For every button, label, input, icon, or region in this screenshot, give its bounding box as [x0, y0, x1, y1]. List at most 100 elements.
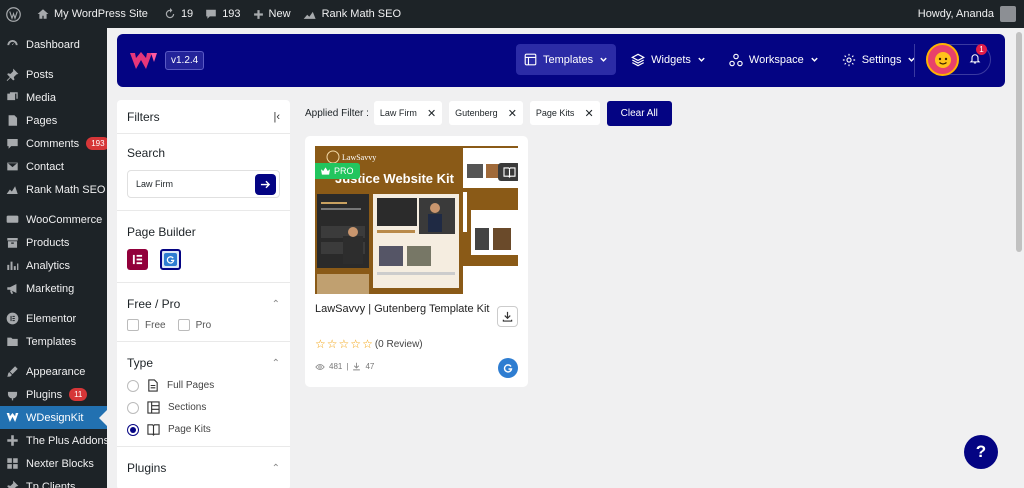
my-account[interactable]: Howdy, Ananda [918, 6, 1024, 22]
count-badge: 193 [86, 137, 107, 150]
crown-icon [321, 167, 330, 175]
pro-badge-label: PRO [334, 166, 354, 176]
pin-icon [6, 480, 19, 488]
comments-link[interactable]: 193 [199, 0, 246, 28]
chart-icon [6, 183, 19, 196]
elementor-filter-button[interactable] [127, 249, 148, 270]
sidebar-item-appearance[interactable]: Appearance [0, 360, 107, 383]
sidebar-item-marketing[interactable]: Marketing [0, 277, 107, 300]
sidebar-item-products[interactable]: Products [0, 231, 107, 254]
chevron-up-icon[interactable]: ⌃ [272, 299, 280, 310]
download-icon [353, 362, 361, 371]
site-name: My WordPress Site [54, 8, 148, 20]
page-builder-section: Page Builder [117, 211, 290, 283]
type-option-sections[interactable]: Sections [127, 401, 280, 414]
free-checkbox-box[interactable] [127, 319, 139, 331]
filter-chip-page-kits: Page Kits ✕ [529, 101, 600, 125]
free-pro-title-text: Free / Pro [127, 297, 181, 311]
sidebar-item-rank-math-seo[interactable]: Rank Math SEO [0, 178, 107, 201]
close-icon[interactable]: ✕ [427, 107, 436, 120]
wordpress-logo-icon[interactable] [0, 0, 31, 28]
thumb-brand-text: LawSavvy [342, 153, 376, 162]
type-title: Type ⌃ [127, 356, 280, 370]
sidebar-item-templates[interactable]: Templates [0, 330, 107, 353]
nav-widgets[interactable]: Widgets [623, 44, 714, 75]
template-title[interactable]: LawSavvy | Gutenberg Template Kit [315, 302, 490, 317]
chevron-up-icon[interactable]: ⌃ [272, 463, 280, 474]
sidebar-item-dashboard[interactable]: Dashboard [0, 33, 107, 56]
home-icon [37, 9, 49, 19]
eye-icon [315, 363, 325, 370]
pro-checkbox-box[interactable] [177, 319, 190, 331]
sidebar-item-contact[interactable]: Contact [0, 155, 107, 178]
sidebar-item-posts[interactable]: Posts [0, 63, 107, 86]
rank-math-link[interactable]: Rank Math SEO [297, 0, 407, 28]
close-icon[interactable]: ✕ [508, 107, 517, 120]
workspace-icon [729, 53, 743, 66]
sidebar-item-label: Pages [26, 114, 58, 127]
preview-button[interactable] [498, 163, 518, 181]
sidebar-item-tp-clients[interactable]: Tp Clients [0, 475, 107, 488]
page-kits-radio[interactable] [127, 423, 139, 436]
free-checkbox[interactable]: Free [127, 319, 166, 331]
user-avatar[interactable] [926, 43, 959, 76]
nav-workspace[interactable]: Workspace [721, 44, 827, 75]
comment-icon [206, 9, 216, 19]
applied-filter-label: Applied Filter : [305, 107, 369, 119]
sidebar-item-pages[interactable]: Pages [0, 109, 107, 132]
site-name-link[interactable]: My WordPress Site [31, 0, 154, 28]
full-pages-radio[interactable] [127, 379, 139, 392]
plus-icon [6, 434, 19, 447]
sidebar-item-plugins[interactable]: Plugins 11 [0, 383, 107, 406]
new-label: New [268, 8, 291, 20]
collapse-filters-icon[interactable]: |‹ [273, 111, 280, 123]
wdesignkit-logo[interactable]: v1.2.4 [129, 51, 205, 71]
brush-icon [6, 365, 19, 378]
folder-icon [6, 335, 19, 348]
sidebar-item-label: Rank Math SEO [26, 183, 106, 196]
type-option-page-kits[interactable]: Page Kits [127, 423, 280, 436]
type-title-text: Type [127, 356, 154, 370]
search-input[interactable]: Law Firm [127, 170, 280, 198]
nav-templates[interactable]: Templates [516, 44, 617, 75]
sidebar-item-analytics[interactable]: Analytics [0, 254, 107, 277]
scrollbar-thumb[interactable] [1016, 32, 1022, 252]
sidebar-item-label: WDesignKit [26, 411, 84, 424]
views-count: 481 [329, 362, 343, 371]
help-button[interactable]: ? [964, 435, 998, 469]
sections-radio[interactable] [127, 401, 139, 414]
mail-icon [6, 160, 19, 173]
sidebar-item-the-plus-addons[interactable]: The Plus Addons [0, 429, 107, 452]
downloads-count: 47 [365, 362, 375, 371]
sidebar-item-wdesignkit[interactable]: WDesignKit [0, 406, 107, 429]
admin-bar: My WordPress Site 19 193 New Rank Math S… [0, 0, 1024, 28]
search-submit-button[interactable] [255, 174, 276, 195]
download-button[interactable] [497, 306, 518, 327]
type-option-full-pages[interactable]: Full Pages [127, 379, 280, 392]
sidebar-item-label: Plugins [26, 388, 63, 401]
sidebar-item-comments[interactable]: Comments 193 [0, 132, 107, 155]
free-pro-title: Free / Pro ⌃ [127, 297, 280, 311]
filters-title: Filters [127, 109, 160, 124]
sidebar-item-nexter-blocks[interactable]: Nexter Blocks [0, 452, 107, 475]
pro-checkbox[interactable]: Pro [177, 319, 211, 331]
applied-filters: Applied Filter : Law Firm ✕ Gutenberg ✕ Pa… [305, 100, 672, 126]
sidebar-item-elementor[interactable]: Elementor [0, 307, 107, 330]
sidebar-item-woocommerce[interactable]: WooCommerce [0, 208, 107, 231]
clear-all-button[interactable]: Clear All [606, 100, 672, 126]
close-icon[interactable]: ✕ [584, 107, 593, 120]
sidebar-item-media[interactable]: Media [0, 86, 107, 109]
page-scrollbar[interactable] [1014, 28, 1024, 488]
nav-settings[interactable]: Settings [834, 44, 925, 75]
updates-link[interactable]: 19 [158, 0, 199, 28]
notification-button[interactable]: 1 [969, 43, 987, 68]
new-content-link[interactable]: New [247, 0, 297, 28]
wdesignkit-logo-icon [130, 51, 157, 69]
user-menu[interactable]: 1 [926, 43, 991, 76]
gutenberg-filter-button[interactable] [160, 249, 181, 270]
blocks-icon [6, 457, 19, 470]
template-card[interactable]: LawSavvy Justice Website Kit PRO LawSavv… [305, 136, 528, 387]
chevron-down-icon [811, 57, 818, 62]
rating-stars: ☆ ☆ ☆ ☆ ☆ (0 Review) [315, 338, 423, 350]
chevron-up-icon[interactable]: ⌃ [272, 358, 280, 369]
